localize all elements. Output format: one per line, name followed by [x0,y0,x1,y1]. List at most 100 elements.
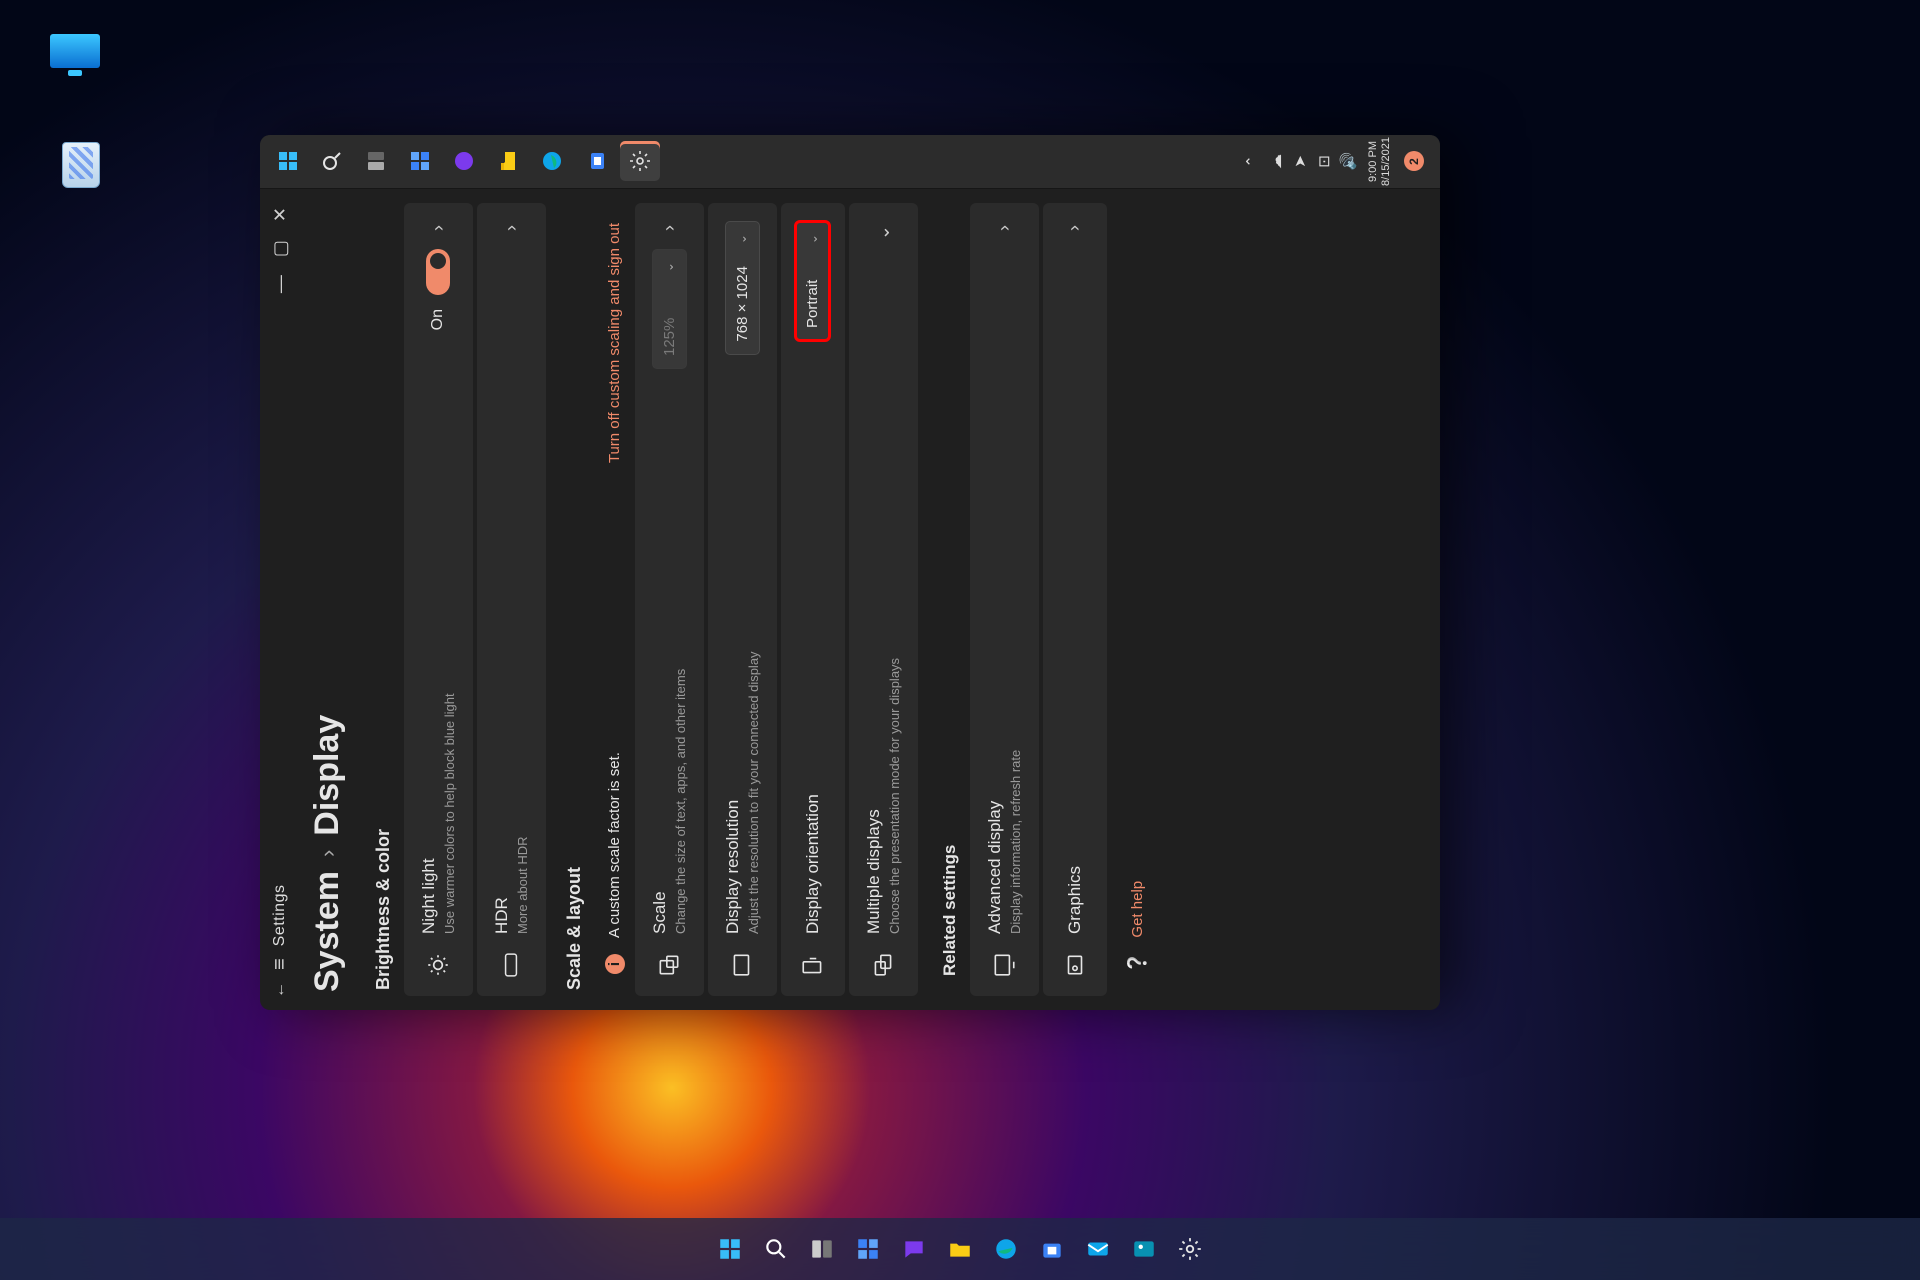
notification-badge[interactable]: 2 [1404,152,1424,172]
minimize-button[interactable]: — [270,275,291,293]
scale-sub: Change the size of text, apps, and other… [673,387,690,934]
host-file-explorer[interactable] [942,1231,978,1267]
system-clock[interactable]: 9:00 PM 8/15/2021 [1363,137,1399,186]
chevron-right-icon[interactable]: › [659,221,680,235]
chevron-down-icon: ⌄ [662,262,676,272]
section-related-settings: Related settings [922,203,970,996]
breadcrumb: System › Display [300,189,359,1010]
night-light-sub: Use warmer colors to help block blue lig… [442,348,459,934]
monitor-icon [50,34,100,68]
chevron-down-icon: ⌄ [735,234,749,244]
back-button[interactable]: ← [271,982,289,998]
clock-time: 9:00 PM [1367,137,1381,186]
hamburger-menu[interactable]: ≡ [269,958,292,970]
breadcrumb-parent[interactable]: System [308,871,347,992]
graphics-icon [1062,952,1088,978]
taskbar-app-purple[interactable] [444,142,484,182]
onedrive-icon[interactable]: ☁ [1267,154,1285,169]
chevron-right-icon[interactable]: › [501,221,522,235]
row-advanced-display[interactable]: Advanced display Display information, re… [970,203,1039,996]
host-settings[interactable] [1172,1231,1208,1267]
maximize-button[interactable]: ▢ [270,240,291,257]
host-store[interactable] [1034,1231,1070,1267]
row-orientation[interactable]: Display orientation Portrait ⌄ [781,203,845,996]
chevron-right-icon[interactable]: › [994,221,1015,235]
custom-scale-warning-text: A custom scale factor is set. [606,479,623,938]
advanced-display-title: Advanced display [984,253,1006,934]
row-hdr[interactable]: HDR More about HDR › [477,203,546,996]
breadcrumb-current: Display [308,715,347,836]
multiple-displays-sub: Choose the presentation mode for your di… [887,262,904,934]
host-edge[interactable] [988,1231,1024,1267]
taskbar-widgets[interactable] [400,142,440,182]
resolution-title: Display resolution [722,373,744,934]
host-start-button[interactable] [712,1231,748,1267]
scale-title: Scale [649,387,671,934]
host-taskbar [0,1218,1920,1280]
start-button[interactable] [268,142,308,182]
edge-browser-button[interactable] [532,142,572,182]
host-mail[interactable] [1080,1231,1116,1267]
orientation-dropdown[interactable]: Portrait ⌄ [795,221,830,341]
night-light-icon [425,952,451,978]
resolution-icon [729,952,755,978]
chevron-right-icon[interactable]: › [1064,221,1085,235]
night-light-toggle[interactable] [426,249,450,295]
night-light-state: On [429,309,447,330]
warning-icon: i [605,954,625,974]
search-button[interactable] [312,142,352,182]
help-icon: ❔ [1127,952,1148,974]
orientation-value: Portrait [804,280,821,328]
window-titlebar: ← ≡ Settings — ▢ ✕ [260,189,300,1010]
row-resolution[interactable]: Display resolution Adjust the resolution… [708,203,777,996]
network-icon[interactable]: ⊡ [1315,155,1333,168]
volume-icon[interactable]: 🔊 [1339,152,1357,171]
desktop-icon-this-pc[interactable] [30,34,120,68]
orientation-icon [800,952,826,978]
multiple-displays-icon [870,952,896,978]
orientation-title: Display orientation [802,359,824,934]
scale-icon [656,952,682,978]
hdr-icon [498,952,524,978]
graphics-title: Graphics [1064,253,1086,934]
section-brightness-color: Brightness & color [359,189,404,1010]
file-explorer-button[interactable] [488,142,528,182]
advanced-display-sub: Display information, refresh rate [1008,253,1025,934]
host-search-button[interactable] [758,1231,794,1267]
tray-chevron-icon[interactable]: ⌃ [1243,155,1261,168]
chevron-down-icon[interactable]: ⌄ [873,221,894,244]
host-chat[interactable] [896,1231,932,1267]
get-help-link[interactable]: Get help [1129,881,1146,938]
row-multiple-displays[interactable]: Multiple displays Choose the presentatio… [849,203,918,996]
chevron-right-icon[interactable]: › [428,221,449,235]
section-scale-layout: Scale & layout [550,203,595,996]
resolution-sub: Adjust the resolution to fit your connec… [746,373,763,934]
clock-date: 8/15/2021 [1380,137,1394,186]
resolution-value: 768 × 1024 [734,266,751,342]
hdr-more-link[interactable]: More about HDR [515,253,532,934]
close-button[interactable]: ✕ [270,207,291,222]
advanced-display-icon [991,952,1017,978]
scale-dropdown[interactable]: 125% ⌄ [652,249,687,369]
task-view-button[interactable] [356,142,396,182]
host-widgets[interactable] [850,1231,886,1267]
host-photos[interactable] [1126,1231,1162,1267]
hdr-title: HDR [491,253,513,934]
location-icon[interactable]: ➤ [1291,155,1309,168]
settings-taskbar-button[interactable] [620,142,660,182]
row-night-light[interactable]: Night light Use warmer colors to help bl… [404,203,473,996]
chevron-right-icon: › [315,850,341,857]
inner-taskbar: ⌃ ☁ ➤ ⊡ 🔊 9:00 PM 8/15/2021 2 [260,135,1440,189]
resolution-dropdown[interactable]: 768 × 1024 ⌄ [725,221,760,355]
recycle-bin-icon [62,142,100,188]
row-scale[interactable]: Scale Change the size of text, apps, and… [635,203,704,996]
scale-value: 125% [661,318,678,356]
desktop-icon-recycle-bin[interactable] [36,142,126,188]
host-task-view[interactable] [804,1231,840,1267]
turn-off-custom-scaling-link[interactable]: Turn off custom scaling and sign out [606,223,623,463]
row-graphics[interactable]: Graphics › [1043,203,1107,996]
chevron-down-icon: ⌄ [806,234,820,244]
store-button[interactable] [576,142,616,182]
multiple-displays-title: Multiple displays [863,262,885,934]
row-get-help[interactable]: ❔ Get help [1111,203,1164,996]
